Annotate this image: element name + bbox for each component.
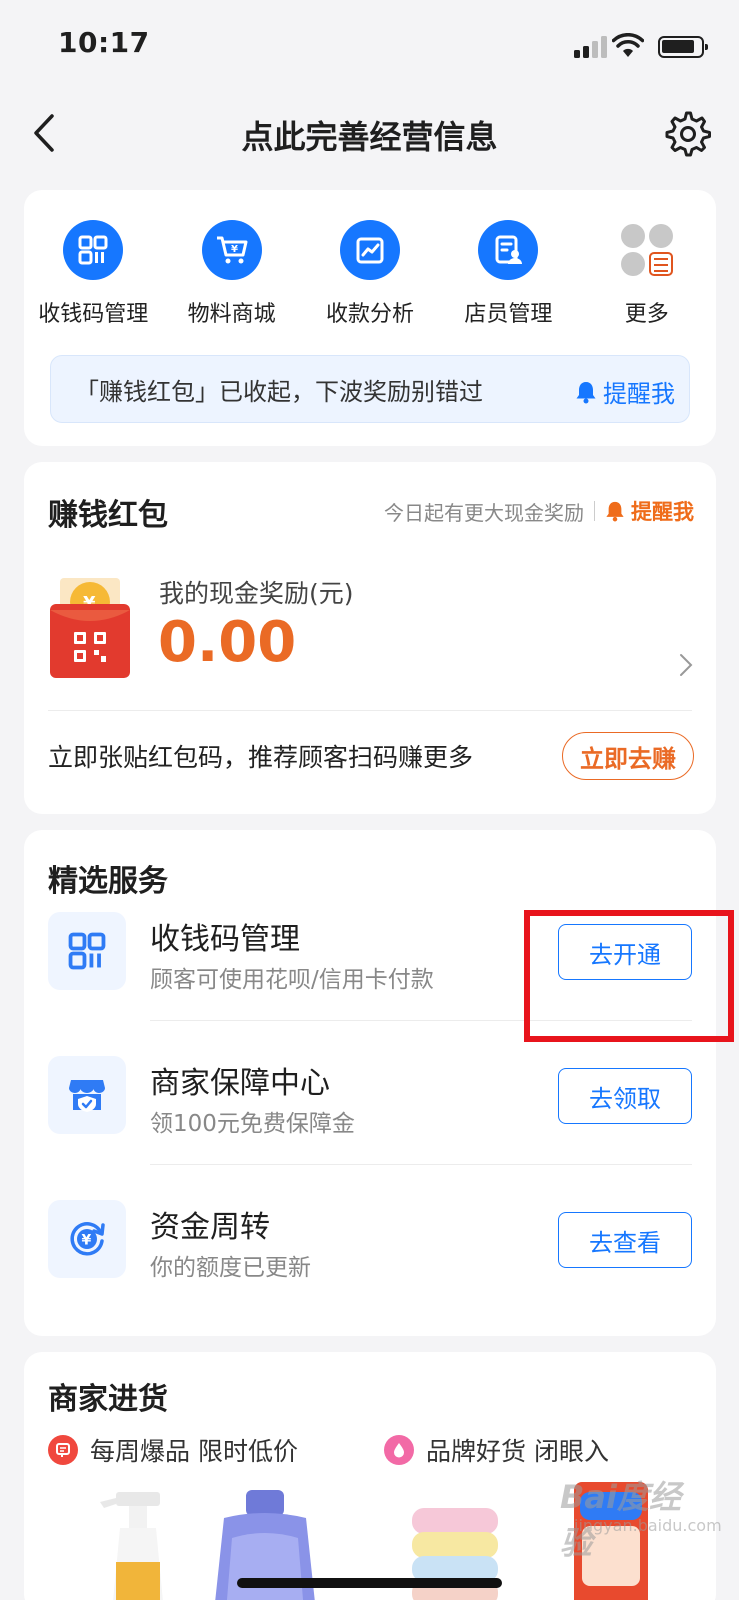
highlight-annotation-box: [524, 910, 734, 1042]
bell-icon: [606, 501, 624, 522]
red-packet-remind-button[interactable]: 提醒我: [605, 496, 694, 526]
watermark-url: jingyan.baidu.com: [574, 1516, 722, 1535]
chart-icon: [339, 220, 400, 280]
earn-now-button[interactable]: 立即去赚: [562, 732, 694, 780]
tag-label: 每周爆品 限时低价: [90, 1437, 298, 1466]
service-desc: 你的额度已更新: [150, 1255, 311, 1281]
red-envelope-icon: ¥: [50, 578, 130, 678]
quick-action-label: 物料商城: [187, 302, 276, 327]
quick-action-label: 更多: [624, 302, 669, 327]
wifi-icon: [612, 33, 644, 57]
red-packet-title: 赚钱红包: [48, 498, 168, 533]
divider: [150, 1164, 692, 1165]
tag-label: 品牌好货 闭眼入: [426, 1437, 609, 1466]
bell-icon: [576, 381, 596, 403]
watermark: Bai度经验 jingyan.baidu.com: [560, 1472, 722, 1562]
featured-services-card: 精选服务 收钱码管理 顾客可使用花呗/信用卡付款 去开通 商家保障中心 领100…: [24, 830, 716, 1336]
shop-shield-icon: [48, 1056, 126, 1134]
service-row-capital-turnover[interactable]: ¥ 资金周转 你的额度已更新 去查看: [24, 1200, 716, 1310]
battery-icon: [658, 36, 708, 58]
more-grid-icon: [617, 220, 677, 280]
divider: [594, 501, 595, 521]
service-name: 资金周转: [150, 1210, 270, 1245]
quick-action-material-mall[interactable]: ¥ 物料商城: [162, 220, 300, 330]
red-packet-card: 赚钱红包 今日起有更大现金奖励 提醒我 ¥ 我的现金奖励(元) 0.00 立即张…: [24, 462, 716, 814]
spray-bottle-image: [100, 1492, 163, 1600]
cash-reward-label: 我的现金奖励(元): [159, 579, 354, 608]
home-indicator[interactable]: [237, 1578, 502, 1588]
quick-action-label: 收钱码管理: [38, 302, 149, 327]
notice-remind-button[interactable]: 提醒我: [575, 374, 675, 409]
service-name: 收钱码管理: [150, 922, 300, 957]
status-bar: 10:17: [0, 0, 739, 92]
svg-text:¥: ¥: [82, 1233, 92, 1249]
yuan-cycle-icon: ¥: [48, 1200, 126, 1278]
brand-drop-icon: [384, 1435, 414, 1465]
red-packet-promo-text: 立即张贴红包码，推荐顾客扫码赚更多: [48, 743, 474, 772]
tag-weekly-hot[interactable]: 每周爆品 限时低价: [48, 1432, 298, 1468]
quick-action-more[interactable]: 更多: [578, 220, 716, 330]
collapsed-notice-banner: 「赚钱红包」已收起，下波奖励别错过 提醒我: [50, 355, 690, 423]
remind-label: 提醒我: [603, 380, 675, 408]
red-packet-subtitle: 今日起有更大现金奖励: [384, 500, 584, 525]
service-desc: 顾客可使用花呗/信用卡付款: [150, 967, 434, 993]
shopping-cart-icon: ¥: [201, 220, 262, 280]
tag-brand-goods[interactable]: 品牌好货 闭眼入: [384, 1432, 609, 1468]
staff-icon: [478, 220, 539, 280]
qr-code-icon: [63, 220, 124, 280]
quick-actions-card: 收钱码管理 ¥ 物料商城 收款分析 店员管理 更多 「赚钱红包」已收起，下波奖励…: [24, 190, 716, 446]
cash-reward-amount: 0.00: [158, 610, 297, 675]
status-time: 10:17: [58, 26, 150, 59]
quick-action-label: 店员管理: [464, 302, 553, 327]
service-desc: 领100元免费保障金: [150, 1111, 355, 1137]
quick-action-label: 收款分析: [325, 302, 414, 327]
remind-label: 提醒我: [631, 500, 694, 524]
divider: [48, 710, 692, 711]
quick-action-payment-analysis[interactable]: 收款分析: [301, 220, 439, 330]
view-button[interactable]: 去查看: [558, 1212, 692, 1268]
red-packet-header-right: 今日起有更大现金奖励 提醒我: [384, 496, 694, 526]
service-name: 商家保障中心: [150, 1066, 330, 1101]
svg-text:¥: ¥: [231, 244, 238, 255]
nav-bar: 点此完善经营信息: [0, 92, 739, 178]
claim-button[interactable]: 去领取: [558, 1068, 692, 1124]
services-title: 精选服务: [48, 864, 168, 899]
service-row-merchant-protection[interactable]: 商家保障中心 领100元免费保障金 去领取: [24, 1056, 716, 1166]
qr-code-icon: [48, 912, 126, 990]
weekly-hot-icon: [48, 1435, 78, 1465]
quick-action-qr-management[interactable]: 收钱码管理: [24, 220, 162, 330]
notice-text: 「赚钱红包」已收起，下波奖励别错过: [75, 377, 483, 406]
chevron-right-icon[interactable]: [678, 652, 694, 678]
page-title[interactable]: 点此完善经营信息: [0, 112, 739, 158]
cellular-signal-icon: [574, 36, 608, 58]
stock-title: 商家进货: [48, 1382, 168, 1417]
quick-action-staff-management[interactable]: 店员管理: [439, 220, 577, 330]
settings-gear-icon[interactable]: [664, 110, 712, 158]
